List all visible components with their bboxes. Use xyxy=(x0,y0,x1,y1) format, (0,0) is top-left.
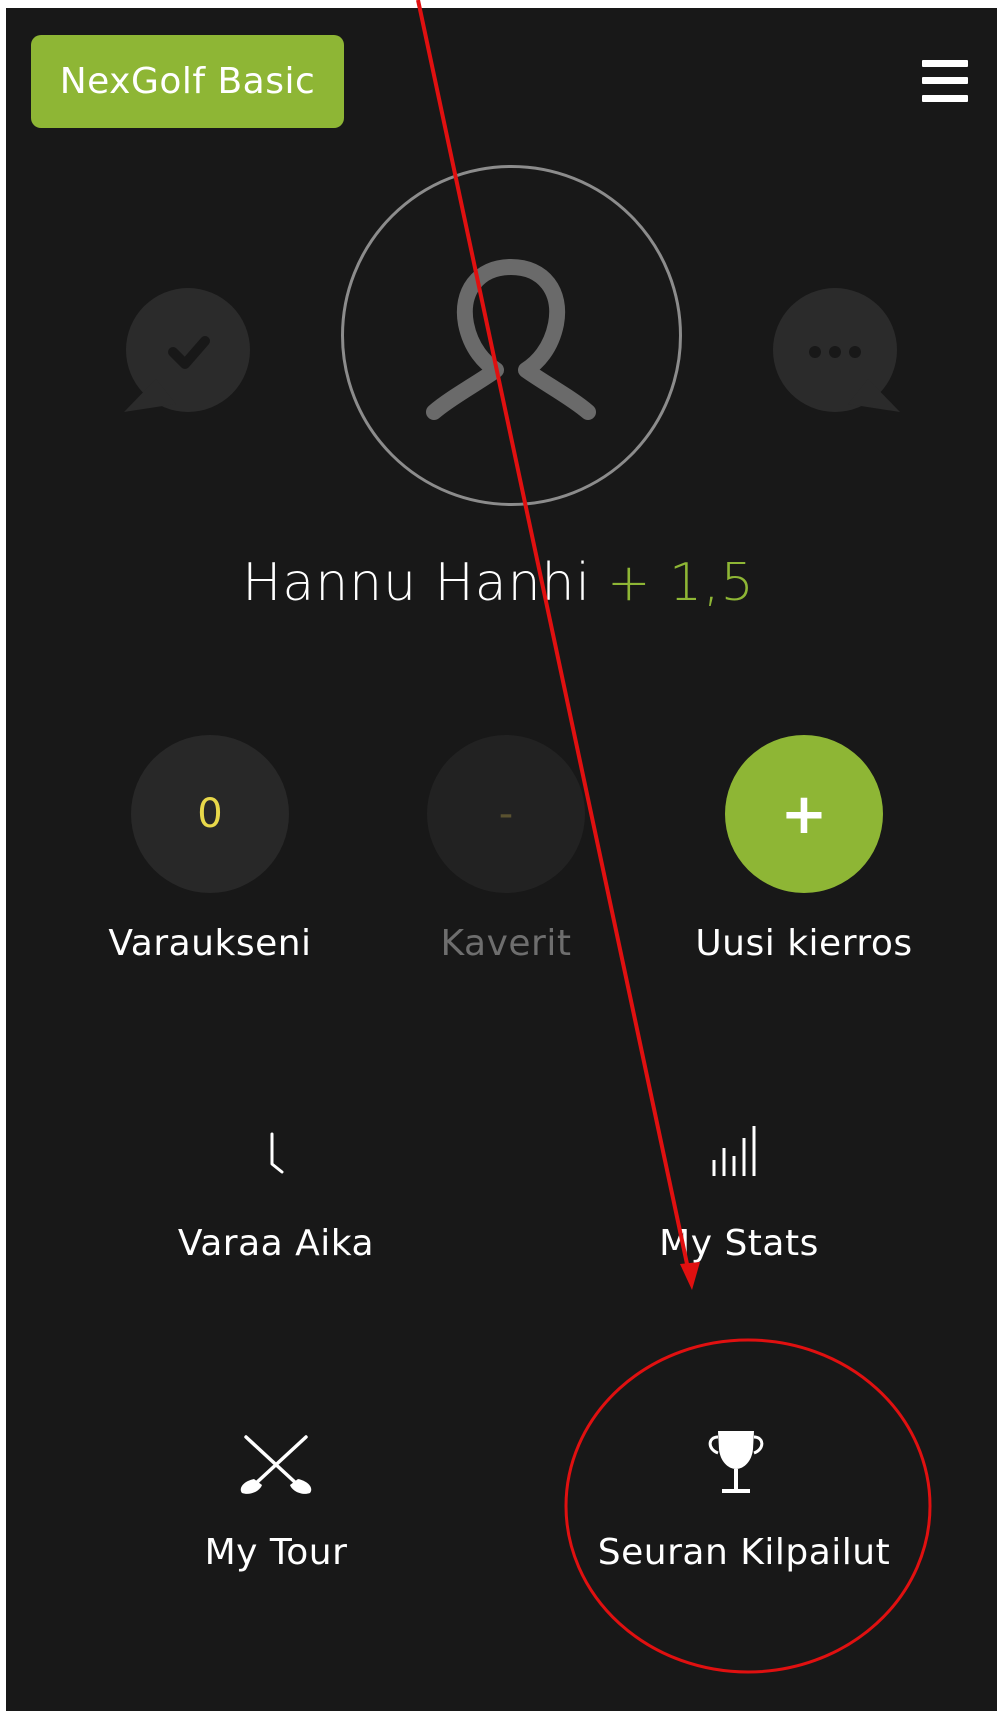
club-competitions-label[interactable]: Seuran Kilpailut xyxy=(584,1532,904,1573)
hamburger-menu-icon[interactable] xyxy=(922,60,968,102)
checkmark-chat-icon[interactable] xyxy=(116,284,251,419)
bookings-label[interactable]: Varaukseni xyxy=(50,923,370,964)
plus-icon: + xyxy=(780,781,828,847)
ellipsis-chat-icon[interactable] xyxy=(773,284,908,419)
bookings-counter-button[interactable]: 0 xyxy=(131,735,289,893)
my-tour-label[interactable]: My Tour xyxy=(116,1532,436,1573)
bookings-count: 0 xyxy=(197,791,223,837)
brand-plan-button[interactable]: NexGolf Basic xyxy=(31,35,344,128)
user-silhouette-icon[interactable] xyxy=(340,164,683,507)
trophy-icon[interactable] xyxy=(704,1427,768,1499)
player-name: Hannu Hanhi xyxy=(242,553,591,613)
bar-chart-icon[interactable] xyxy=(710,1122,762,1178)
clock-hand-icon[interactable] xyxy=(267,1130,287,1174)
my-stats-label[interactable]: My Stats xyxy=(579,1223,899,1264)
friends-count: - xyxy=(498,791,514,837)
player-name-row: Hannu Hanhi + 1,5 xyxy=(0,553,997,613)
new-round-label[interactable]: Uusi kierros xyxy=(644,923,964,964)
friends-label[interactable]: Kaverit xyxy=(346,923,666,964)
friends-counter-button[interactable]: - xyxy=(427,735,585,893)
app-screen: NexGolf Basic Hannu Hanhi + 1,5 0 Varauks… xyxy=(6,8,997,1711)
book-tee-time-label[interactable]: Varaa Aika xyxy=(116,1223,436,1264)
crossed-golf-clubs-icon[interactable] xyxy=(236,1433,316,1497)
handicap-value: + 1,5 xyxy=(606,553,755,613)
new-round-button[interactable]: + xyxy=(725,735,883,893)
